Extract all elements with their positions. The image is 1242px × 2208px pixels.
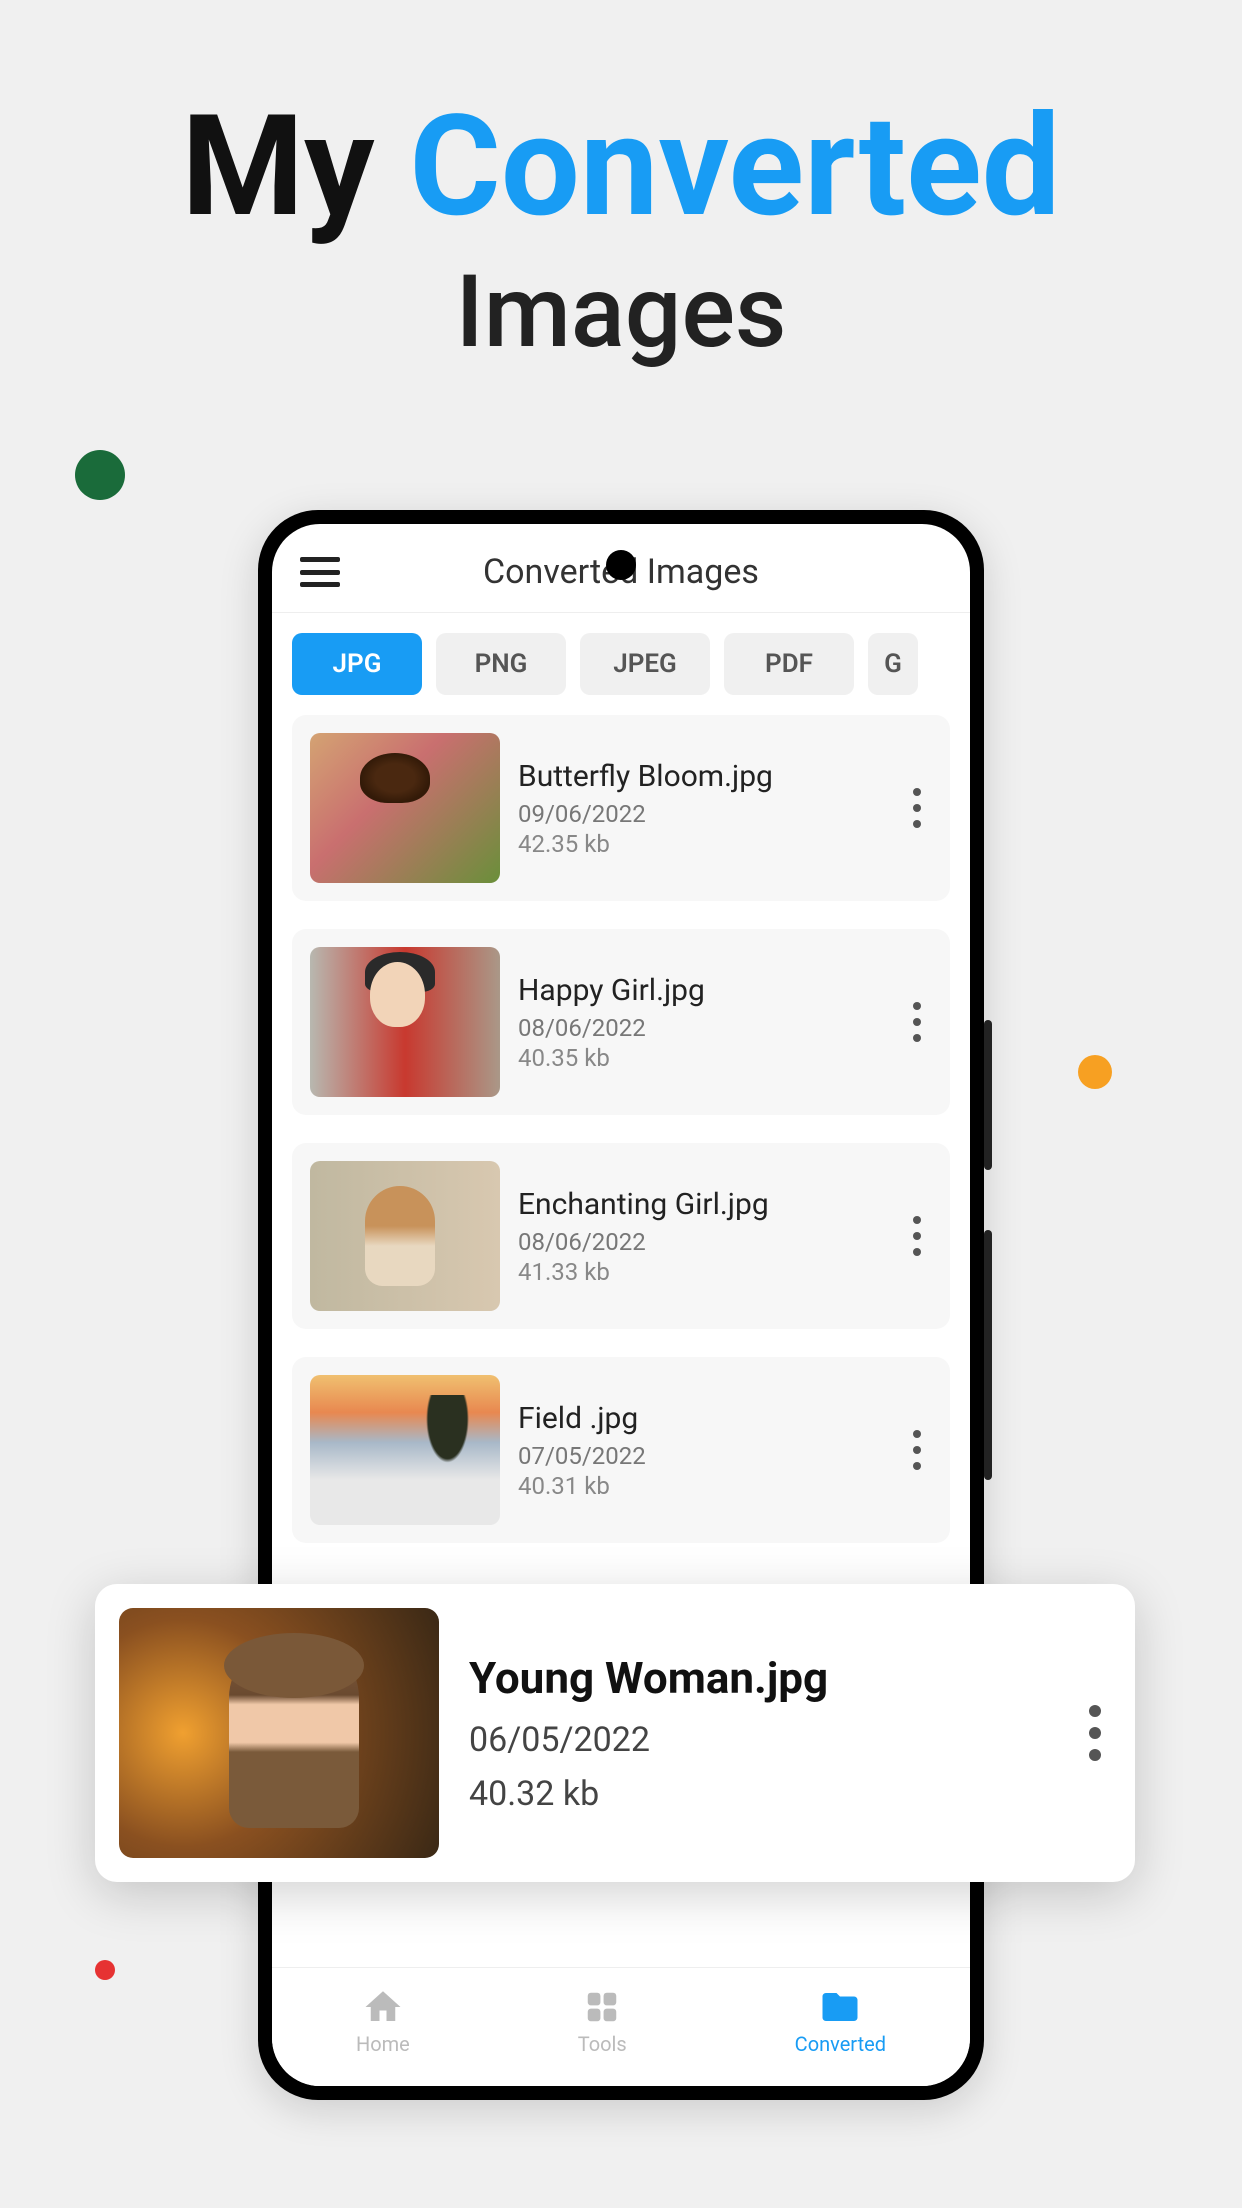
file-info: Young Woman.jpg 06/05/2022 40.32 kb [469,1652,1079,1814]
nav-label: Home [356,2032,410,2056]
file-date: 08/06/2022 [518,1014,902,1042]
file-info: Field .jpg 07/05/2022 40.31 kb [518,1401,902,1500]
file-card[interactable]: Field .jpg 07/05/2022 40.31 kb [292,1357,950,1543]
filter-tab-jpg[interactable]: JPG [292,633,422,695]
hero-word-images: Images [0,254,1242,371]
file-date: 07/05/2022 [518,1442,902,1470]
phone-side-button [984,1230,992,1480]
nav-label: Tools [578,2032,627,2056]
file-size: 40.32 kb [469,1774,1079,1814]
file-info: Happy Girl.jpg 08/06/2022 40.35 kb [518,973,902,1072]
filter-tabs: JPG PNG JPEG PDF G [272,613,970,715]
nav-home[interactable]: Home [356,1986,410,2056]
file-name: Field .jpg [518,1401,902,1436]
hero-word-converted: Converted [409,85,1060,249]
file-thumbnail [310,733,500,883]
more-vertical-icon[interactable] [902,992,932,1052]
file-thumbnail [310,1375,500,1525]
home-icon [362,1986,404,2028]
nav-label: Converted [795,2032,886,2056]
folder-icon [819,1986,861,2028]
file-name: Enchanting Girl.jpg [518,1187,902,1222]
filter-tab-jpeg[interactable]: JPEG [580,633,710,695]
tools-icon [581,1986,623,2028]
file-card[interactable]: Butterfly Bloom.jpg 09/06/2022 42.35 kb [292,715,950,901]
page-title: Converted Images [300,552,942,592]
file-thumbnail [119,1608,439,1858]
hero-heading: My Converted Images [0,0,1242,371]
app-header: Converted Images [272,524,970,613]
file-date: 08/06/2022 [518,1228,902,1256]
decorative-dot-orange [1078,1055,1112,1089]
decorative-dot-green [75,450,125,500]
file-date: 09/06/2022 [518,800,902,828]
file-size: 41.33 kb [518,1258,902,1286]
file-info: Butterfly Bloom.jpg 09/06/2022 42.35 kb [518,759,902,858]
nav-converted[interactable]: Converted [795,1986,886,2056]
file-thumbnail [310,947,500,1097]
more-vertical-icon[interactable] [902,1420,932,1480]
file-info: Enchanting Girl.jpg 08/06/2022 41.33 kb [518,1187,902,1286]
file-name: Butterfly Bloom.jpg [518,759,902,794]
more-vertical-icon[interactable] [1079,1705,1111,1761]
file-date: 06/05/2022 [469,1720,1079,1760]
hero-word-my: My [181,85,374,249]
file-size: 42.35 kb [518,830,902,858]
filter-tab-more[interactable]: G [868,633,918,695]
file-card[interactable]: Happy Girl.jpg 08/06/2022 40.35 kb [292,929,950,1115]
file-thumbnail [310,1161,500,1311]
file-card[interactable]: Enchanting Girl.jpg 08/06/2022 41.33 kb [292,1143,950,1329]
more-vertical-icon[interactable] [902,1206,932,1266]
highlight-file-card[interactable]: Young Woman.jpg 06/05/2022 40.32 kb [95,1584,1135,1882]
filter-tab-png[interactable]: PNG [436,633,566,695]
bottom-nav: Home Tools Converted [272,1967,970,2086]
phone-side-button [984,1020,992,1170]
file-size: 40.35 kb [518,1044,902,1072]
file-name: Happy Girl.jpg [518,973,902,1008]
file-name: Young Woman.jpg [469,1652,1079,1704]
file-size: 40.31 kb [518,1472,902,1500]
nav-tools[interactable]: Tools [578,1986,627,2056]
more-vertical-icon[interactable] [902,778,932,838]
decorative-dot-red [95,1960,115,1980]
filter-tab-pdf[interactable]: PDF [724,633,854,695]
